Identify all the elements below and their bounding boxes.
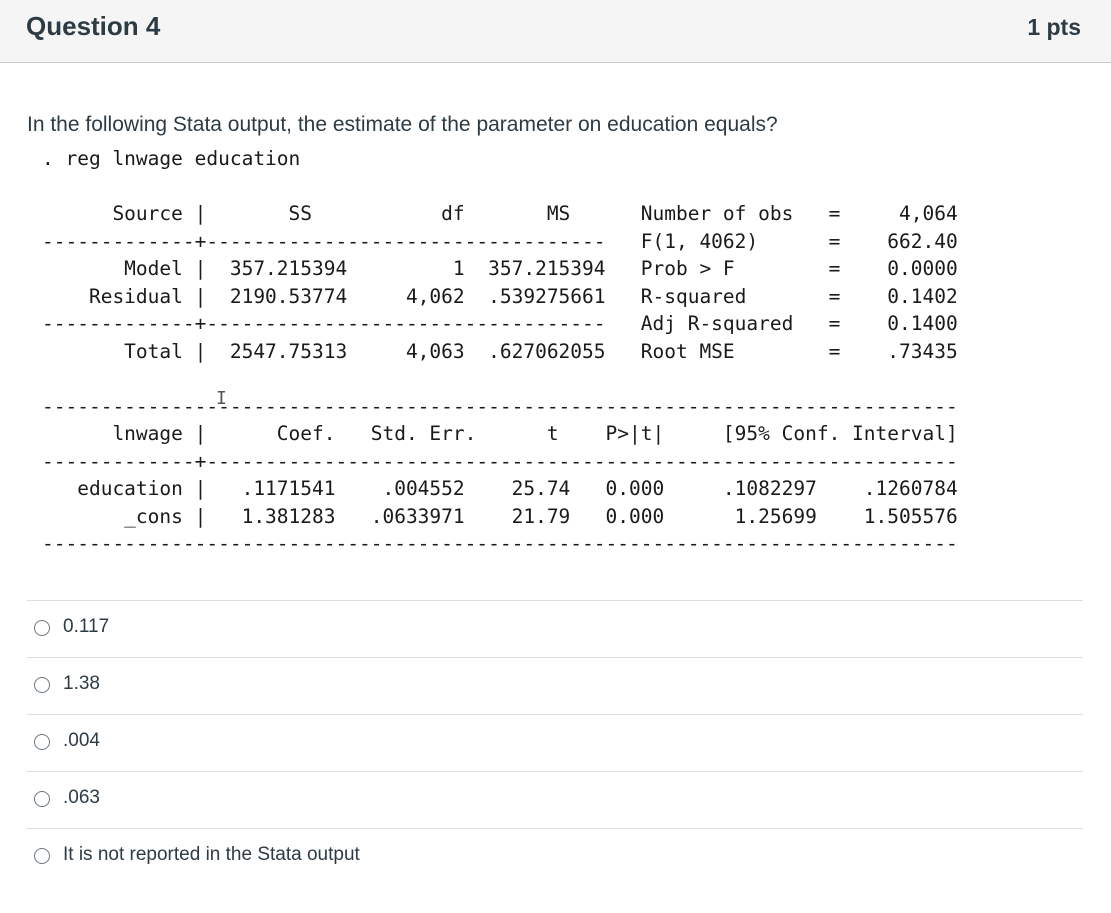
- question-header: Question 4 1 pts: [0, 0, 1111, 63]
- radio-button[interactable]: [34, 734, 50, 750]
- radio-button[interactable]: [34, 848, 50, 864]
- answer-option[interactable]: It is not reported in the Stata output: [27, 828, 1083, 885]
- question-title: Question 4: [26, 11, 161, 41]
- radio-button[interactable]: [34, 791, 50, 807]
- answer-option[interactable]: .004: [27, 714, 1083, 771]
- radio-button[interactable]: [34, 620, 50, 636]
- answer-label: 1.38: [63, 673, 100, 694]
- answer-label: It is not reported in the Stata output: [63, 844, 360, 865]
- answer-label: 0.117: [63, 616, 110, 637]
- answer-label: .004: [63, 730, 100, 751]
- answer-list: 0.117 1.38 .004 .063 It is not reported …: [27, 600, 1083, 885]
- question-prompt: In the following Stata output, the estim…: [27, 113, 778, 136]
- question-points: 1 pts: [1027, 14, 1081, 40]
- radio-button[interactable]: [34, 677, 50, 693]
- answer-option[interactable]: 1.38: [27, 657, 1083, 714]
- answer-option[interactable]: .063: [27, 771, 1083, 828]
- stata-regression-output: . reg lnwage education Source | SS df MS…: [42, 147, 958, 555]
- answer-option[interactable]: 0.117: [27, 600, 1083, 657]
- text-cursor-icon: I: [216, 388, 227, 409]
- answer-label: .063: [63, 787, 100, 808]
